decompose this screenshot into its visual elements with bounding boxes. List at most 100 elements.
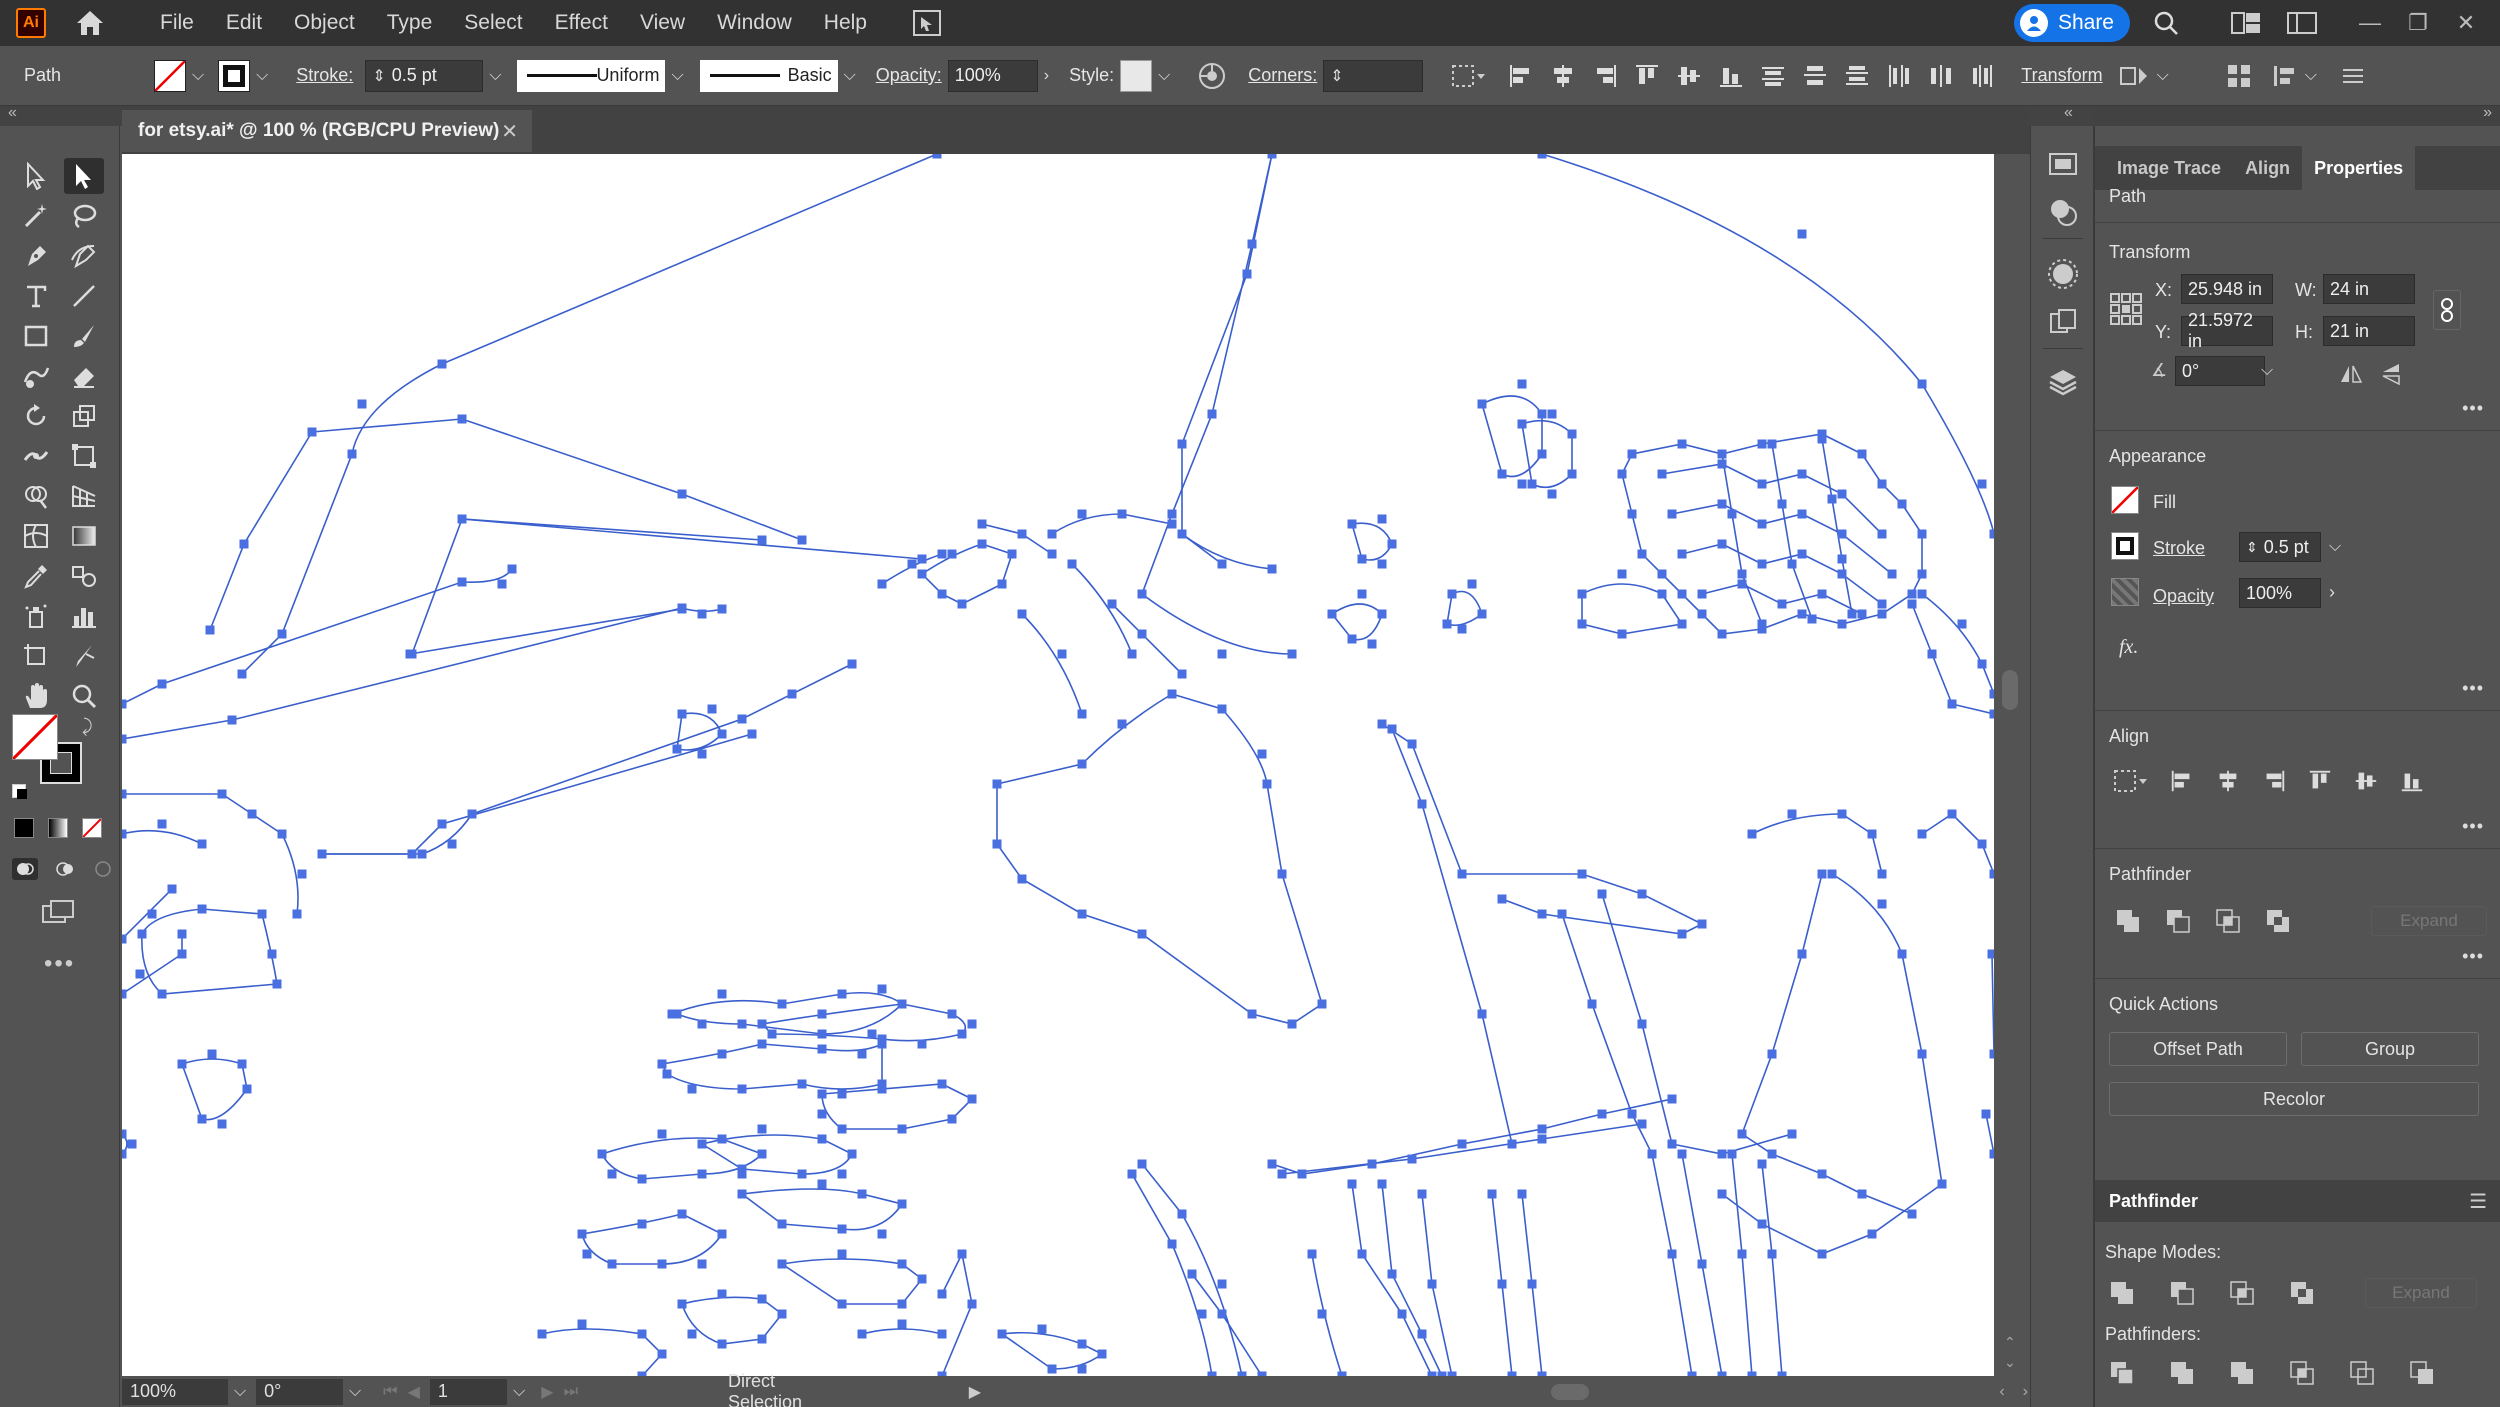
anchor-point[interactable] bbox=[1387, 539, 1397, 549]
panel-menu-icon[interactable]: ☰ bbox=[2469, 1189, 2487, 1214]
anchor-point[interactable] bbox=[697, 609, 707, 619]
anchor-point[interactable] bbox=[1387, 724, 1397, 734]
close-tab-icon[interactable]: ✕ bbox=[501, 119, 518, 144]
anchor-point[interactable] bbox=[657, 1349, 667, 1359]
anchor-point[interactable] bbox=[1377, 1179, 1387, 1189]
anchor-point[interactable] bbox=[817, 1009, 827, 1019]
anchor-point[interactable] bbox=[1827, 869, 1837, 879]
reflect-transform-icon[interactable] bbox=[2117, 62, 2151, 90]
anchor-point[interactable] bbox=[1677, 589, 1687, 599]
anchor-point[interactable] bbox=[817, 1179, 827, 1189]
anchor-point[interactable] bbox=[877, 1084, 887, 1094]
anchor-point[interactable] bbox=[122, 699, 127, 709]
align-horizontal-center-icon[interactable] bbox=[1549, 62, 1577, 90]
anchor-point[interactable] bbox=[357, 399, 367, 409]
stroke-swatch-icon[interactable] bbox=[2111, 532, 2139, 560]
minus-back-icon[interactable] bbox=[2409, 1360, 2435, 1386]
align-bottom-icon[interactable] bbox=[1717, 62, 1745, 90]
line-segment-tool-icon[interactable] bbox=[64, 278, 104, 314]
anchor-point[interactable] bbox=[1797, 609, 1807, 619]
anchor-point[interactable] bbox=[1367, 639, 1377, 649]
anchor-point[interactable] bbox=[1262, 779, 1272, 789]
menu-window[interactable]: Window bbox=[701, 11, 808, 35]
anchor-point[interactable] bbox=[897, 1319, 907, 1329]
intersect-icon[interactable] bbox=[2229, 1280, 2255, 1306]
anchor-point[interactable] bbox=[1167, 509, 1177, 519]
slice-tool-icon[interactable] bbox=[64, 638, 104, 674]
reference-point-icon[interactable] bbox=[2109, 292, 2143, 326]
anchor-point[interactable] bbox=[1177, 669, 1187, 679]
anchor-point[interactable] bbox=[867, 1029, 877, 1039]
menu-file[interactable]: File bbox=[144, 11, 210, 35]
selection-tool-icon[interactable] bbox=[16, 158, 56, 194]
group-button[interactable]: Group bbox=[2301, 1032, 2479, 1066]
anchor-point[interactable] bbox=[137, 929, 147, 939]
anchor-point[interactable] bbox=[1527, 1279, 1537, 1289]
anchor-point[interactable] bbox=[1077, 509, 1087, 519]
align-to-selection-icon[interactable] bbox=[1451, 62, 1487, 90]
rotate-tool-icon[interactable] bbox=[16, 398, 56, 434]
anchor-point[interactable] bbox=[817, 1134, 827, 1144]
close-window-button[interactable]: ✕ bbox=[2442, 5, 2490, 41]
anchor-point[interactable] bbox=[1797, 229, 1807, 239]
anchor-point[interactable] bbox=[227, 715, 237, 725]
anchor-point[interactable] bbox=[947, 549, 957, 559]
anchor-point[interactable] bbox=[1847, 609, 1857, 619]
menu-type[interactable]: Type bbox=[371, 11, 449, 35]
anchor-point[interactable] bbox=[1767, 1149, 1777, 1159]
anchor-point[interactable] bbox=[1617, 629, 1627, 639]
width-field[interactable]: 24 in bbox=[2323, 274, 2415, 304]
anchor-point[interactable] bbox=[1127, 649, 1137, 659]
anchor-point[interactable] bbox=[272, 979, 282, 989]
anchor-point[interactable] bbox=[1457, 869, 1467, 879]
anchor-point[interactable] bbox=[1637, 549, 1647, 559]
anchor-point[interactable] bbox=[457, 577, 467, 587]
anchor-point[interactable] bbox=[757, 1294, 767, 1304]
shaper-tool-icon[interactable] bbox=[16, 358, 56, 394]
anchor-point[interactable] bbox=[1387, 1269, 1397, 1279]
anchor-point[interactable] bbox=[937, 549, 947, 559]
recolor-artwork-icon[interactable] bbox=[1198, 62, 1226, 90]
anchor-point[interactable] bbox=[1817, 1249, 1827, 1259]
anchor-point[interactable] bbox=[1797, 549, 1807, 559]
anchor-point[interactable] bbox=[967, 1019, 977, 1029]
anchor-point[interactable] bbox=[1717, 459, 1727, 469]
anchor-point[interactable] bbox=[1857, 1189, 1867, 1199]
anchor-point[interactable] bbox=[917, 1039, 927, 1049]
rotate-angle-field[interactable]: 0° bbox=[2175, 356, 2265, 386]
anchor-point[interactable] bbox=[1617, 569, 1627, 579]
anchor-point[interactable] bbox=[992, 779, 1002, 789]
anchor-point[interactable] bbox=[1167, 1239, 1177, 1249]
anchor-point[interactable] bbox=[177, 1059, 187, 1069]
anchor-point[interactable] bbox=[1137, 629, 1147, 639]
anchor-point[interactable] bbox=[122, 829, 127, 839]
home-icon[interactable] bbox=[72, 5, 108, 41]
anchor-point[interactable] bbox=[787, 689, 797, 699]
anchor-point[interactable] bbox=[1757, 1159, 1767, 1169]
anchor-point[interactable] bbox=[1737, 1129, 1747, 1139]
exclude-icon[interactable] bbox=[2289, 1280, 2315, 1306]
anchor-point[interactable] bbox=[637, 1329, 647, 1339]
horizontal-scroll-thumb[interactable] bbox=[1551, 1383, 1590, 1400]
anchor-point[interactable] bbox=[242, 1084, 252, 1094]
anchor-point[interactable] bbox=[687, 1329, 697, 1339]
anchor-point[interactable] bbox=[1137, 1159, 1147, 1169]
anchor-point[interactable] bbox=[717, 604, 727, 614]
anchor-point[interactable] bbox=[1917, 529, 1927, 539]
anchor-point[interactable] bbox=[837, 1249, 847, 1259]
fill-none-box[interactable] bbox=[12, 714, 58, 760]
anchor-point[interactable] bbox=[1317, 1309, 1327, 1319]
anchor-point[interactable] bbox=[497, 579, 507, 589]
last-artboard-icon[interactable]: ⏭ bbox=[564, 1383, 578, 1401]
anchor-point[interactable] bbox=[932, 154, 942, 159]
anchor-point[interactable] bbox=[957, 1249, 967, 1259]
anchor-point[interactable] bbox=[597, 1149, 607, 1159]
anchor-point[interactable] bbox=[1327, 609, 1337, 619]
anchor-point[interactable] bbox=[1127, 1169, 1137, 1179]
anchor-point[interactable] bbox=[1497, 894, 1507, 904]
anchor-point[interactable] bbox=[1317, 999, 1327, 1009]
anchor-point[interactable] bbox=[1877, 899, 1887, 909]
chevron-down-icon[interactable]: ⌵ bbox=[349, 1383, 361, 1401]
anchor-point[interactable] bbox=[907, 559, 917, 569]
anchor-point[interactable] bbox=[1667, 1139, 1677, 1149]
